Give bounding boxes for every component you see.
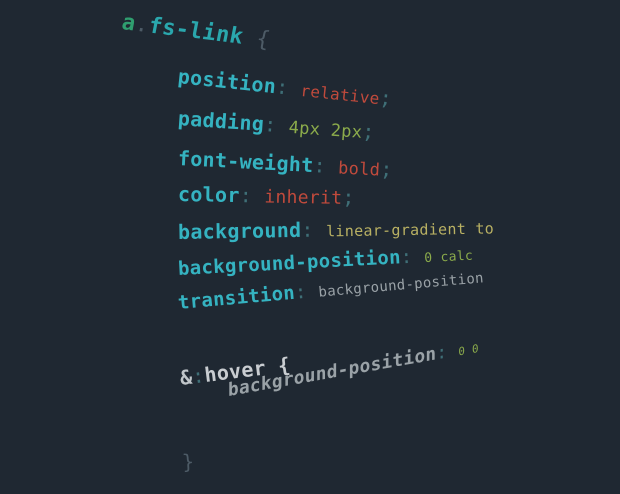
- colon: :: [312, 153, 327, 178]
- colon: :: [301, 217, 314, 242]
- semicolon: ;: [379, 156, 394, 182]
- property-name: background: [177, 217, 302, 244]
- property-value: inherit: [264, 186, 343, 209]
- code-line-color: color: inherit;: [178, 182, 355, 209]
- property-name: color: [177, 182, 240, 208]
- colon: :: [400, 245, 414, 269]
- property-value: background-position: [317, 270, 485, 301]
- code-line-background: background: linear-gradient to: [178, 214, 494, 244]
- semicolon: ;: [361, 118, 376, 144]
- property-value: 4px 2px: [287, 117, 363, 143]
- colon: :: [263, 112, 278, 137]
- colon: :: [436, 341, 448, 365]
- close-brace: }: [181, 449, 195, 474]
- colon: :: [293, 280, 308, 304]
- property-value: 0 calc: [423, 248, 474, 267]
- property-name: font-weight: [177, 146, 315, 178]
- semicolon: ;: [342, 184, 355, 210]
- property-name: position: [176, 64, 278, 99]
- code-editor: a.fs-link { position: relative; padding:…: [0, 0, 620, 494]
- colon: :: [239, 183, 253, 208]
- code-line-position: position: relative;: [177, 64, 394, 110]
- property-value: bold: [337, 158, 381, 181]
- semicolon: ;: [378, 85, 394, 111]
- selector-class: fs-link: [146, 13, 246, 50]
- property-name: transition: [177, 281, 296, 314]
- code-line-padding: padding: 4px 2px;: [177, 106, 375, 144]
- close-brace-text: }: [181, 449, 196, 474]
- property-value: linear-gradient to: [325, 219, 495, 241]
- property-value: 0 0: [458, 341, 479, 359]
- code-line-font-weight: font-weight: bold;: [177, 146, 393, 181]
- selector-line: a.fs-link {: [120, 10, 273, 53]
- colon: :: [274, 74, 290, 100]
- property-value: relative: [299, 80, 381, 109]
- selector-open-brace: {: [254, 26, 273, 53]
- property-name: padding: [177, 106, 266, 136]
